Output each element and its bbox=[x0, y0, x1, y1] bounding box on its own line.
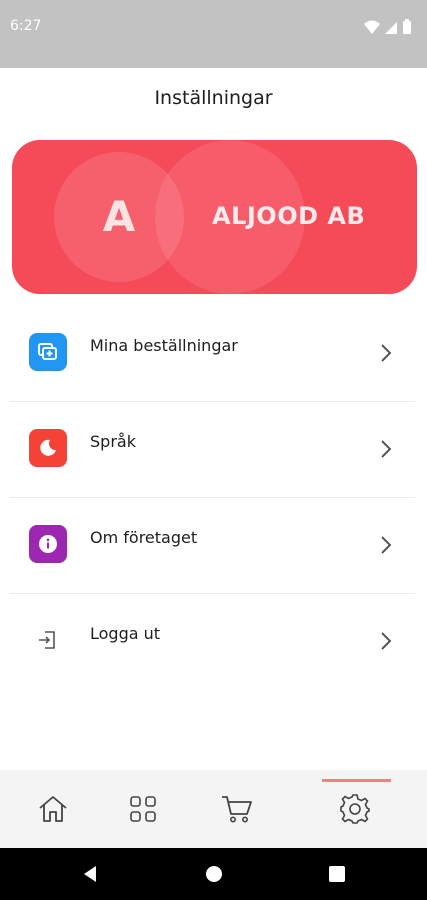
chevron-right-icon bbox=[381, 344, 392, 362]
gear-icon bbox=[340, 794, 370, 824]
battery-icon bbox=[403, 21, 411, 34]
company-name: ALJOOD AB bbox=[212, 202, 366, 230]
tab-settings[interactable] bbox=[302, 770, 408, 848]
profile-card: A ALJOOD AB bbox=[12, 140, 417, 294]
tab-cart[interactable] bbox=[184, 770, 290, 848]
page-title: Inställningar bbox=[154, 87, 273, 109]
info-icon bbox=[29, 525, 67, 563]
menu-item-logout[interactable]: Logga ut bbox=[10, 594, 415, 689]
cart-icon bbox=[222, 796, 252, 823]
home-icon bbox=[39, 796, 67, 822]
menu-item-about[interactable]: Om företaget bbox=[10, 498, 415, 594]
recents-icon[interactable] bbox=[328, 865, 346, 883]
menu-item-language[interactable]: Språk bbox=[10, 402, 415, 498]
chevron-right-icon bbox=[381, 536, 392, 554]
orders-icon bbox=[29, 333, 67, 371]
logout-icon bbox=[29, 621, 67, 659]
avatar-initial: A bbox=[102, 192, 136, 241]
signal-icon bbox=[385, 22, 397, 34]
back-icon[interactable] bbox=[80, 864, 100, 884]
bottom-nav bbox=[0, 770, 427, 848]
menu-item-label: Om företaget bbox=[90, 528, 198, 547]
tab-categories[interactable] bbox=[90, 770, 196, 848]
settings-menu: Mina beställningar Språk Om företaget Lo… bbox=[10, 306, 415, 689]
status-time: 6:27 bbox=[10, 18, 42, 34]
status-icons bbox=[364, 19, 411, 34]
menu-item-label: Logga ut bbox=[90, 624, 161, 643]
grid-icon bbox=[130, 796, 156, 822]
language-icon bbox=[29, 429, 67, 467]
chevron-right-icon bbox=[381, 440, 392, 458]
menu-item-label: Mina beställningar bbox=[90, 336, 238, 355]
menu-item-orders[interactable]: Mina beställningar bbox=[10, 306, 415, 402]
system-nav-bar bbox=[0, 848, 427, 900]
wifi-icon bbox=[364, 20, 380, 34]
chevron-right-icon bbox=[381, 632, 392, 650]
home-button-icon[interactable] bbox=[204, 864, 224, 884]
status-bar: 6:27 bbox=[0, 0, 427, 68]
menu-item-label: Språk bbox=[90, 432, 136, 451]
